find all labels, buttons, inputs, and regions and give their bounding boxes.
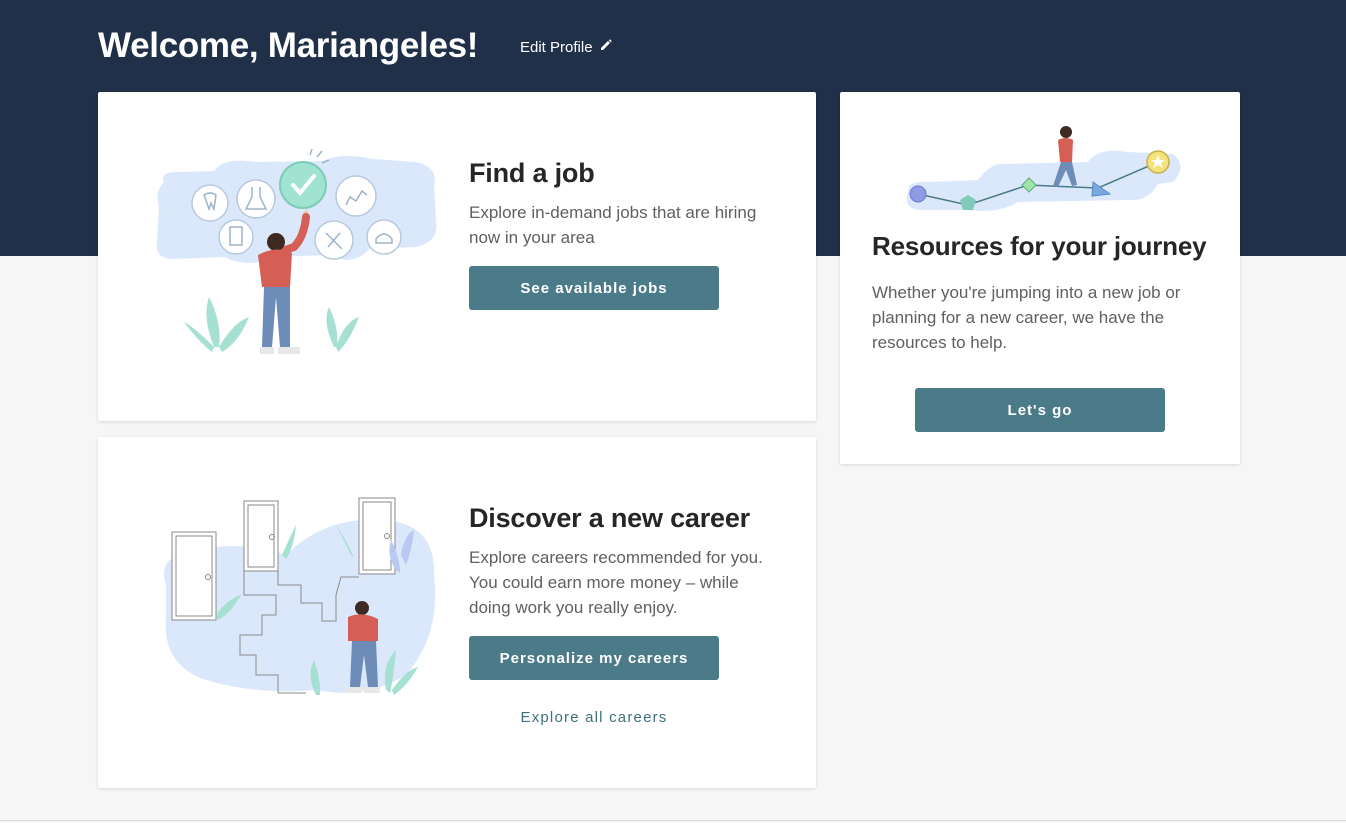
discover-career-description: Explore careers recommended for you. You… — [469, 548, 763, 617]
discover-career-card: Discover a new career Explore careers re… — [98, 437, 816, 788]
find-job-title: Find a job — [469, 158, 595, 188]
pencil-icon — [599, 38, 613, 56]
find-job-card: Find a job Explore in-demand jobs that a… — [98, 92, 816, 421]
job-search-illustration — [154, 147, 439, 367]
edit-profile-link[interactable]: Edit Profile — [520, 38, 613, 56]
welcome-heading: Welcome, Mariangeles! — [98, 26, 479, 65]
journey-path-illustration — [898, 122, 1188, 227]
explore-all-careers-link[interactable]: Explore all careers — [469, 709, 719, 726]
resources-description: Whether you're jumping into a new job or… — [872, 283, 1181, 352]
resources-card: Resources for your journey Whether you'r… — [840, 92, 1240, 464]
see-available-jobs-button[interactable]: See available jobs — [469, 266, 719, 310]
lets-go-button[interactable]: Let's go — [915, 388, 1165, 432]
discover-career-title: Discover a new career — [469, 503, 750, 533]
resources-title: Resources for your journey — [872, 231, 1207, 261]
edit-profile-label: Edit Profile — [520, 38, 593, 56]
find-job-description: Explore in-demand jobs that are hiring n… — [469, 203, 757, 247]
footer-divider — [0, 820, 1346, 821]
career-stairs-illustration — [156, 495, 436, 705]
personalize-careers-button[interactable]: Personalize my careers — [469, 636, 719, 680]
